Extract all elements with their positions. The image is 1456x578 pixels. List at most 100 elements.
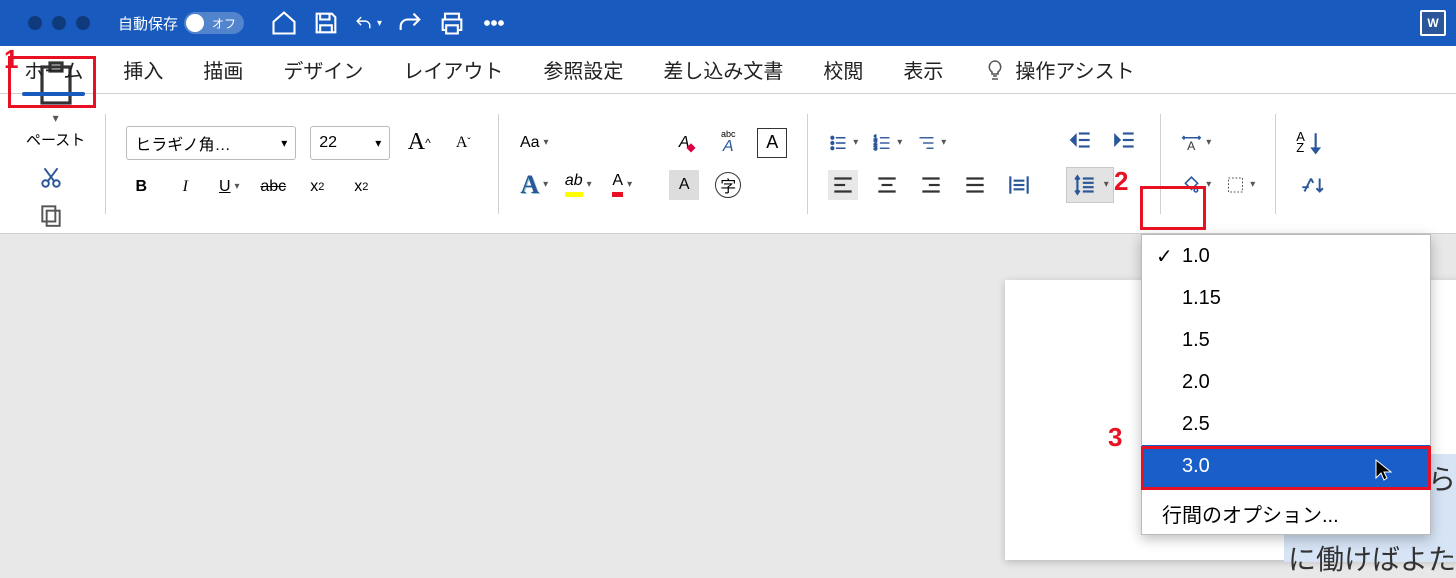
tab-draw[interactable]: 描画 [201,49,245,90]
toggle-knob-icon [186,14,204,32]
zoom-window-icon[interactable] [76,16,90,30]
window-controls [28,16,90,30]
line-spacing-option-1-15[interactable]: 1.15 [1142,277,1430,319]
group-paragraph: ▾ 123▾ ▾ [816,104,1046,224]
clear-formatting-button[interactable]: A◆ [669,128,699,158]
minimize-window-icon[interactable] [52,16,66,30]
highlight-button[interactable]: ab▾ [563,170,593,200]
chevron-down-icon[interactable]: ▾ [235,181,240,192]
character-border-button[interactable]: A [757,128,787,158]
undo-icon[interactable]: ▾ [354,9,382,37]
chevron-down-icon[interactable]: ▾ [543,179,548,190]
tab-review[interactable]: 校閲 [821,49,865,90]
line-spacing-option-2-0[interactable]: 2.0 [1142,361,1430,403]
group-font-ext: Aa▾ A▾ ab▾ A▾ [507,104,649,224]
group-clipboard: ▾ ペースト [14,104,97,224]
tab-insert[interactable]: 挿入 [121,49,165,90]
line-spacing-option-1-5[interactable]: 1.5 [1142,319,1430,361]
redo-icon[interactable] [396,9,424,37]
svg-text:A: A [1187,138,1196,152]
sort-button[interactable]: AZ [1296,128,1326,158]
chevron-down-icon[interactable]: ▾ [941,137,946,148]
svg-text:3: 3 [874,144,878,151]
multilevel-list-button[interactable]: ▾ [916,128,946,158]
line-spacing-option-2-5[interactable]: 2.5 [1142,403,1430,445]
cut-button[interactable] [36,162,66,192]
font-size-select[interactable]: 22 ▾ [310,126,390,160]
chevron-down-icon[interactable]: ▾ [587,179,592,190]
tab-layout[interactable]: レイアウト [401,49,505,90]
bullets-button[interactable]: ▾ [828,128,858,158]
borders-button[interactable]: ▾ [1225,170,1255,200]
tab-design[interactable]: デザイン [281,49,365,90]
line-spacing-menu: 1.0 1.15 1.5 2.0 2.5 3.0 行間のオプション... [1141,234,1431,535]
chevron-down-icon: ▾ [375,136,381,150]
character-scaling-button[interactable]: A▾ [1181,128,1211,158]
subscript-button[interactable]: x2 [302,172,332,202]
more-icon[interactable] [480,9,508,37]
autosave-toggle[interactable]: オフ [184,12,244,34]
increase-font-button[interactable]: A^ [404,128,434,158]
group-font-ext2: A◆ abc A A A 字 [657,104,799,224]
chevron-down-icon[interactable]: ▾ [1250,179,1255,190]
align-left-button[interactable] [828,170,858,200]
close-window-icon[interactable] [28,16,42,30]
line-spacing-options-button[interactable]: 行間のオプション... [1142,492,1430,534]
character-shading-button[interactable]: A [669,170,699,200]
chevron-down-icon[interactable]: ▾ [377,18,382,29]
ribbon-home: ▾ ペースト ヒラギノ角… ▾ 22 ▾ [0,94,1456,234]
document-text-peek-2: に働けばよた [1284,534,1456,562]
line-spacing-option-3-0[interactable]: 3.0 [1142,445,1430,487]
chevron-down-icon[interactable]: ▾ [1206,179,1211,190]
chevron-down-icon[interactable]: ▾ [544,137,549,148]
chevron-down-icon[interactable]: ▾ [627,179,632,190]
chevron-down-icon[interactable]: ▾ [853,137,858,148]
strikethrough-button[interactable]: abc [258,172,288,202]
autosave-label: 自動保存 [118,13,178,34]
italic-button[interactable]: I [170,172,200,202]
font-color-button[interactable]: A▾ [607,170,637,200]
group-sort: AZ [1284,104,1338,224]
tab-mailings[interactable]: 差し込み文書 [661,49,785,90]
print-icon[interactable] [438,9,466,37]
increase-indent-button[interactable] [1110,125,1140,155]
home-icon[interactable] [270,9,298,37]
chevron-down-icon: ▾ [1104,179,1109,190]
change-case-button[interactable]: Aa▾ [519,128,549,158]
titlebar-quick-icons: ▾ [270,9,508,37]
tab-view[interactable]: 表示 [901,49,945,90]
align-right-button[interactable] [916,170,946,200]
group-paragraph-ext: A▾ ▾ ▾ [1169,104,1267,224]
decrease-indent-button[interactable] [1066,125,1096,155]
chevron-down-icon[interactable]: ▾ [1206,137,1211,148]
paragraph-shading-button[interactable]: ▾ [1181,170,1211,200]
tab-references[interactable]: 参照設定 [541,49,625,90]
tab-assist-label: 操作アシスト [1015,55,1134,84]
autosave-off-label: オフ [212,15,236,32]
underline-button[interactable]: U▾ [214,172,244,202]
numbering-button[interactable]: 123▾ [872,128,902,158]
enclose-characters-button[interactable]: 字 [713,170,743,200]
line-spacing-button[interactable]: ▾ [1066,167,1114,203]
autosave-toggle-group: 自動保存 オフ [118,12,244,34]
chevron-down-icon[interactable]: ▾ [897,137,902,148]
line-spacing-icon [1072,172,1098,198]
line-spacing-option-1-0[interactable]: 1.0 [1142,235,1430,277]
copy-button[interactable] [36,200,66,230]
text-effects-button[interactable]: A▾ [519,170,549,200]
font-family-value: ヒラギノ角… [135,131,230,155]
bold-button[interactable]: B [126,172,156,202]
superscript-button[interactable]: x2 [346,172,376,202]
phonetic-guide-button[interactable]: abc A [713,128,743,158]
font-size-value: 22 [319,134,337,152]
tab-home[interactable]: ホーム [22,49,85,90]
font-family-select[interactable]: ヒラギノ角… ▾ [126,126,296,160]
save-icon[interactable] [312,9,340,37]
align-center-button[interactable] [872,170,902,200]
align-justify-button[interactable] [960,170,990,200]
distribute-button[interactable] [1004,170,1034,200]
decrease-font-button[interactable]: Aˇ [448,128,478,158]
show-marks-button[interactable] [1296,170,1326,200]
tab-assist[interactable]: 操作アシスト [981,49,1136,90]
titlebar: 自動保存 オフ ▾ W [0,0,1456,46]
